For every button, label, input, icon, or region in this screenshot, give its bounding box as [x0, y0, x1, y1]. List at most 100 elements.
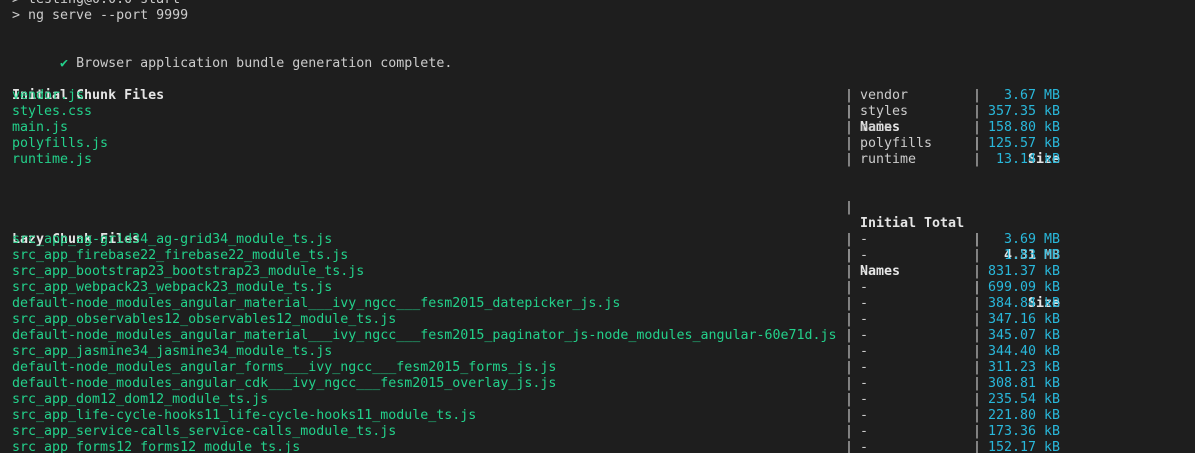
chunk-file-name: styles.css: [12, 104, 93, 119]
chunk-name: -: [860, 424, 869, 439]
column-separator: |: [973, 136, 982, 151]
chunk-file-name: src_app_life-cycle-hooks11_life-cycle-ho…: [12, 408, 477, 423]
column-separator: |: [973, 248, 982, 263]
chunk-size: 235.54 kB: [988, 392, 1061, 407]
chunk-file-name: src_app_forms12_forms12_module_ts.js: [12, 440, 301, 453]
column-separator: |: [973, 152, 982, 167]
chunk-size: 3.67 MB: [1003, 88, 1060, 103]
status-line: ✔ Browser application bundle generation …: [12, 40, 1195, 71]
chunk-file-name: default-node_modules_angular_cdk___ivy_n…: [12, 376, 557, 391]
column-separator: |: [973, 424, 982, 439]
chunk-file-name: src_app_observables12_observables12_modu…: [12, 312, 397, 327]
column-separator: |: [845, 328, 854, 343]
chunk-size: 152.17 kB: [988, 440, 1061, 453]
column-separator: |: [845, 344, 854, 359]
chunk-name: -: [860, 264, 869, 279]
table-row: vendor.js | vendor | 3.67 MB: [12, 88, 1195, 104]
column-separator: |: [973, 376, 982, 391]
lazy-chunk-rows: src_app_ag-grid34_ag-grid34_module_ts.js…: [12, 232, 1195, 453]
column-separator: |: [973, 344, 982, 359]
column-separator: |: [973, 312, 982, 327]
chunk-file-name: src_app_jasmine34_jasmine34_module_ts.js: [12, 344, 333, 359]
chunk-name: -: [860, 312, 869, 327]
column-separator: |: [973, 360, 982, 375]
column-separator: |: [845, 136, 854, 151]
column-separator: |: [973, 296, 982, 311]
chunk-size: 1.83 MB: [1003, 248, 1060, 263]
column-separator: |: [845, 440, 854, 453]
chunk-file-name: default-node_modules_angular_material___…: [12, 328, 837, 343]
chunk-size: 125.57 kB: [988, 136, 1061, 151]
chunk-size: 311.23 kB: [988, 360, 1061, 375]
table-row: styles.css | styles | 357.35 kB: [12, 104, 1195, 120]
table-row: src_app_jasmine34_jasmine34_module_ts.js…: [12, 344, 1195, 360]
column-separator: |: [845, 376, 854, 391]
chunk-name: styles: [860, 104, 909, 119]
column-separator: |: [845, 232, 854, 247]
table-row: default-node_modules_angular_forms___ivy…: [12, 360, 1195, 376]
chunk-file-name: src_app_ag-grid34_ag-grid34_module_ts.js: [12, 232, 333, 247]
initial-total-row: | Initial Total | 4.31 MB: [12, 184, 1195, 263]
chunk-size: 221.80 kB: [988, 408, 1061, 423]
column-separator: |: [845, 360, 854, 375]
terminal-lines: > testing@0.0.0 start > ng serve --port …: [12, 0, 1195, 453]
column-separator: |: [845, 280, 854, 295]
column-separator: |: [845, 88, 854, 103]
column-separator: |: [845, 152, 854, 167]
table-row: src_app_bootstrap23_bootstrap23_module_t…: [12, 264, 1195, 280]
chunk-file-name: src_app_webpack23_webpack23_module_ts.js: [12, 280, 333, 295]
chunk-name: polyfills: [860, 136, 933, 151]
chunk-name: -: [860, 376, 869, 391]
table-row: polyfills.js | polyfills | 125.57 kB: [12, 136, 1195, 152]
table-row: src_app_service-calls_service-calls_modu…: [12, 424, 1195, 440]
column-separator: |: [973, 232, 982, 247]
chunk-size: 384.84 kB: [988, 296, 1061, 311]
table-row: src_app_dom12_dom12_module_ts.js | - | 235.5…: [12, 392, 1195, 408]
column-separator: |: [845, 248, 854, 263]
table-row: src_app_webpack23_webpack23_module_ts.js…: [12, 280, 1195, 296]
table-row: main.js | main | 158.80 kB: [12, 120, 1195, 136]
column-separator: |: [845, 392, 854, 407]
column-separator: |: [973, 264, 982, 279]
column-separator: |: [973, 280, 982, 295]
table-row: src_app_forms12_forms12_module_ts.js | - | 1…: [12, 440, 1195, 453]
terminal-output[interactable]: > testing@0.0.0 start > ng serve --port …: [0, 0, 1195, 453]
column-separator: |: [973, 88, 982, 103]
chunk-file-name: runtime.js: [12, 152, 93, 167]
table-row: default-node_modules_angular_cdk___ivy_n…: [12, 376, 1195, 392]
chunk-file-name: main.js: [12, 120, 69, 135]
chunk-name: -: [860, 392, 869, 407]
table-row: src_app_observables12_observables12_modu…: [12, 312, 1195, 328]
chunk-name: -: [860, 296, 869, 311]
column-separator: |: [845, 408, 854, 423]
chunk-name: -: [860, 232, 869, 247]
chunk-name: -: [860, 360, 869, 375]
chunk-file-name: src_app_service-calls_service-calls_modu…: [12, 424, 397, 439]
prompt-line: > ng serve --port 9999: [12, 8, 189, 23]
table-row: runtime.js | runtime | 13.14 kB: [12, 152, 1195, 168]
column-separator: |: [845, 312, 854, 327]
column-separator: |: [973, 120, 982, 135]
column-separator: |: [973, 392, 982, 407]
chunk-name: vendor: [860, 88, 909, 103]
table-row: src_app_firebase22_firebase22_module_ts.…: [12, 248, 1195, 264]
column-separator: |: [973, 104, 982, 119]
chunk-size: 699.09 kB: [988, 280, 1061, 295]
chunk-name: -: [860, 328, 869, 343]
chunk-name: main: [860, 120, 893, 135]
chunk-name: -: [860, 440, 869, 453]
chunk-file-name: default-node_modules_angular_material___…: [12, 296, 621, 311]
column-separator: |: [973, 328, 982, 343]
chunk-size: 158.80 kB: [988, 120, 1061, 135]
chunk-name: -: [860, 280, 869, 295]
column-separator: |: [845, 200, 854, 215]
initial-chunk-header: Initial Chunk Files | Names | Size: [12, 72, 1195, 167]
column-separator: |: [845, 296, 854, 311]
chunk-size: 13.14 kB: [995, 152, 1060, 167]
column-separator: |: [973, 440, 982, 453]
chunk-size: 347.16 kB: [988, 312, 1061, 327]
chunk-name: -: [860, 344, 869, 359]
